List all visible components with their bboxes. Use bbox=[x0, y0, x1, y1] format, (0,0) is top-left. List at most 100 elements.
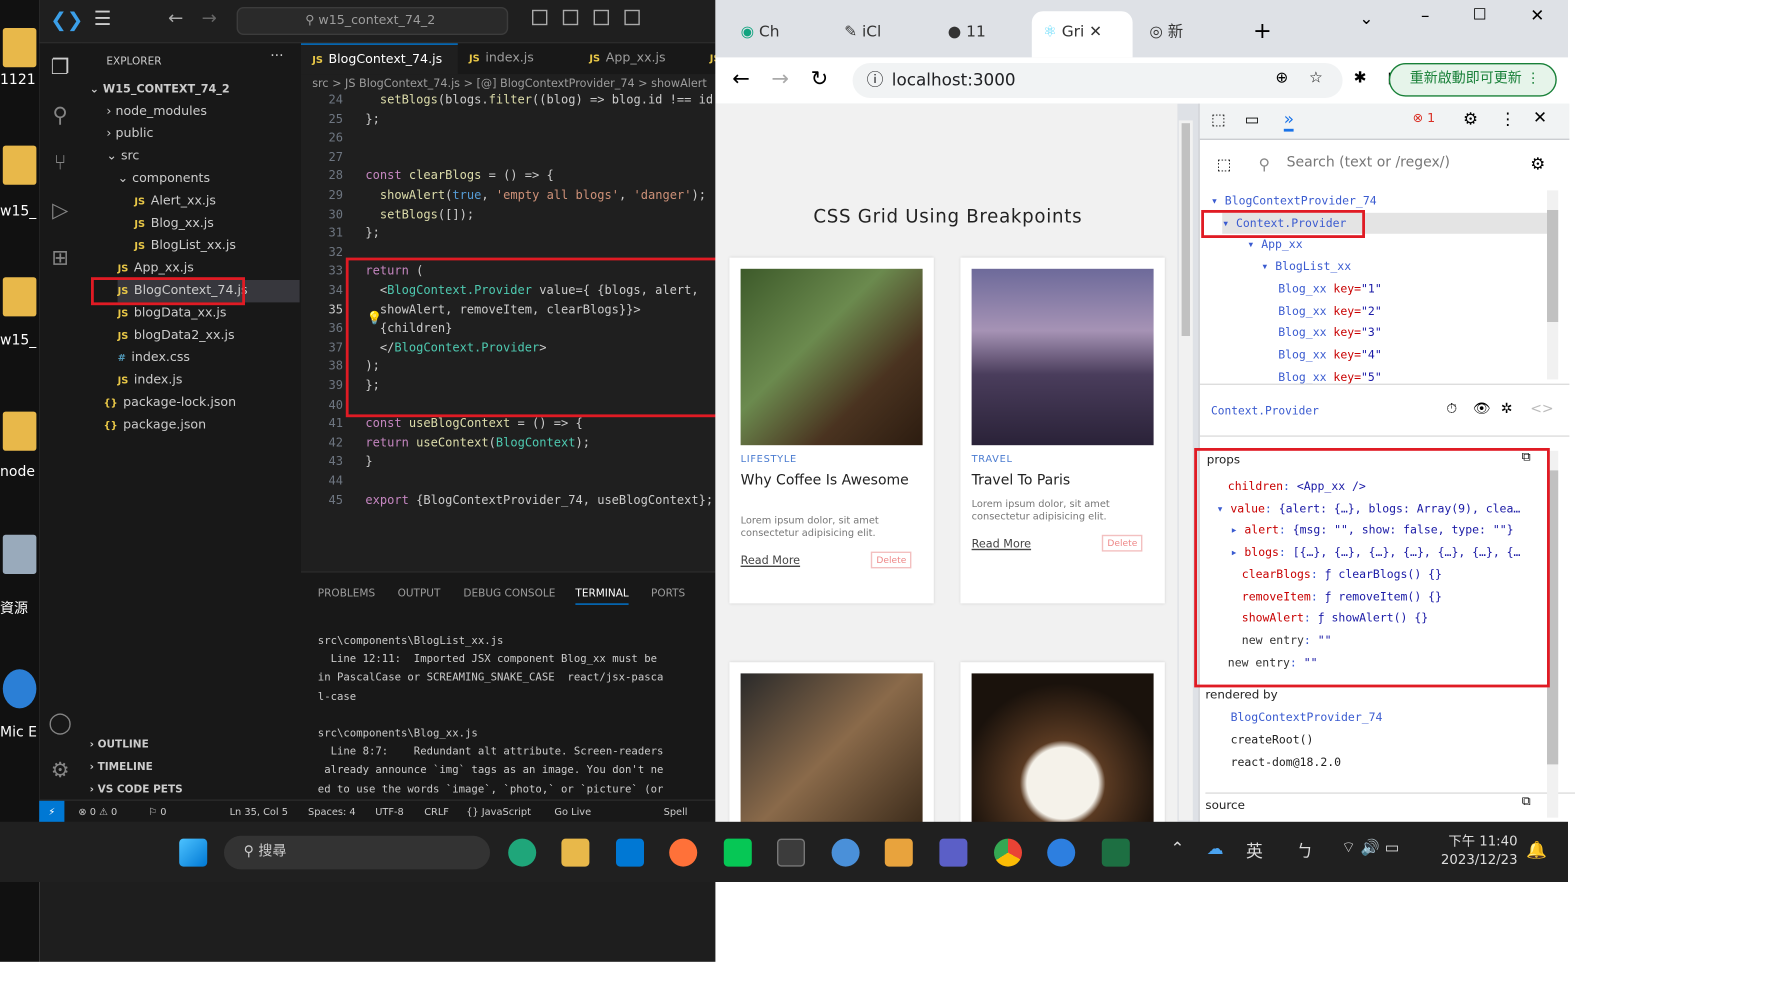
tab-debug-console[interactable]: DEBUG CONSOLE bbox=[463, 587, 555, 600]
code-line[interactable]: const clearBlogs = () => { bbox=[365, 169, 553, 188]
folder-icon[interactable] bbox=[2, 277, 37, 317]
run-debug-icon[interactable]: ▷ bbox=[48, 197, 73, 222]
tree-file[interactable]: # index.css bbox=[118, 347, 190, 369]
tab-problems[interactable]: PROBLEMS bbox=[318, 587, 375, 600]
code-line[interactable]: setBlogs(blogs.filter((blog) => blog.id … bbox=[365, 92, 713, 111]
code-line[interactable]: }; bbox=[365, 111, 380, 130]
address-bar[interactable]: ⓘ localhost:3000 bbox=[852, 63, 1343, 98]
read-more-link[interactable]: Read More bbox=[972, 538, 1031, 551]
layout-icon[interactable] bbox=[624, 9, 640, 26]
toggle-sidebar-icon[interactable] bbox=[532, 9, 548, 26]
taskbar-search[interactable]: ⚲ 搜尋 bbox=[224, 835, 490, 870]
close-icon[interactable]: ✕ bbox=[1530, 6, 1544, 26]
tree-folder[interactable]: ⌄ components bbox=[118, 168, 210, 190]
forward-arrow-icon[interactable]: → bbox=[202, 8, 217, 29]
code-line[interactable]: export {BlogContextProvider_74, useBlogC… bbox=[365, 492, 713, 511]
line-icon[interactable] bbox=[723, 838, 752, 867]
copy-icon[interactable]: ⧉ bbox=[1522, 795, 1531, 809]
page-scrollbar[interactable] bbox=[1178, 120, 1193, 821]
error-count[interactable]: ⊗ 1 bbox=[1413, 112, 1436, 126]
minimize-icon[interactable]: – bbox=[1421, 6, 1429, 26]
tree-file[interactable]: {} package-lock.json bbox=[104, 392, 236, 414]
code-line[interactable]: setBlogs([]); bbox=[365, 207, 474, 226]
tab-ports[interactable]: PORTS bbox=[651, 587, 685, 600]
tree-folder[interactable]: › node_modules bbox=[106, 101, 207, 123]
terminal-icon[interactable] bbox=[777, 838, 805, 867]
edge-icon[interactable] bbox=[2, 669, 37, 709]
encoding[interactable]: UTF-8 bbox=[375, 801, 404, 823]
tree-file[interactable]: JS Blog_xx.js bbox=[134, 213, 213, 235]
component-tree-item[interactable]: Blog_xx key="2" bbox=[1278, 300, 1382, 322]
ime-mode[interactable]: ㄅ bbox=[1296, 839, 1313, 863]
source-control-icon[interactable]: ⑂ bbox=[48, 150, 73, 175]
tree-file[interactable]: JS BlogList_xx.js bbox=[134, 235, 236, 257]
browser-tab-active[interactable]: ⚛ Gri ✕ bbox=[1031, 11, 1133, 58]
kebab-menu-icon[interactable]: ⋮ bbox=[1499, 109, 1516, 129]
timeline-section[interactable]: › TIMELINE bbox=[90, 756, 153, 778]
code-line[interactable]: const useBlogContext = () => { bbox=[365, 416, 582, 435]
back-icon[interactable]: ← bbox=[732, 66, 750, 91]
edge-icon[interactable] bbox=[508, 838, 537, 867]
settings-gear-icon[interactable]: ⚙ bbox=[1530, 154, 1545, 174]
start-icon[interactable] bbox=[179, 838, 208, 867]
language-mode[interactable]: {} JavaScript bbox=[466, 801, 531, 823]
remote-icon[interactable]: ⚡ bbox=[39, 800, 65, 824]
select-component-icon[interactable]: ⬚ bbox=[1217, 155, 1232, 173]
ports-count[interactable]: ⚐ 0 bbox=[148, 801, 166, 823]
explorer-icon[interactable]: ❐ bbox=[48, 55, 73, 80]
tree-file[interactable]: JS blogData_xx.js bbox=[118, 302, 227, 324]
tree-file[interactable]: JS blogData2_xx.js bbox=[118, 325, 235, 347]
tree-file[interactable]: {} package.json bbox=[104, 414, 207, 436]
tree-folder[interactable]: › public bbox=[106, 123, 153, 145]
zoom-icon[interactable]: ⊕ bbox=[1275, 69, 1288, 87]
spell[interactable]: Spell bbox=[664, 801, 688, 823]
go-live[interactable]: Go Live bbox=[554, 801, 591, 823]
toggle-panel-icon[interactable] bbox=[562, 9, 579, 26]
inspect-icon[interactable]: ⬚ bbox=[1211, 111, 1226, 129]
browser-tab[interactable]: ◉ Ch bbox=[729, 11, 827, 53]
recycle-bin-icon[interactable] bbox=[2, 534, 37, 574]
tab-index[interactable]: JS index.js bbox=[458, 43, 578, 74]
more-actions-icon[interactable]: ··· bbox=[270, 49, 283, 64]
menu-icon[interactable]: ☰ bbox=[94, 8, 112, 30]
excel-icon[interactable] bbox=[1101, 838, 1130, 867]
cursor-position[interactable]: Ln 35, Col 5 bbox=[230, 801, 288, 823]
firefox-icon[interactable] bbox=[669, 838, 698, 867]
timer-icon[interactable]: ⏱ bbox=[1446, 402, 1457, 417]
read-more-link[interactable]: Read More bbox=[741, 554, 800, 567]
notification-icon[interactable]: 🔔 bbox=[1526, 840, 1547, 860]
wifi-volume-battery-icon[interactable]: ⌔ 🔊 ▭ bbox=[1341, 839, 1399, 859]
settings-gear-icon[interactable]: ⚙ bbox=[48, 757, 73, 782]
component-tree-item[interactable]: Blog_xx key="4" bbox=[1278, 344, 1382, 366]
folder-icon[interactable] bbox=[2, 145, 37, 185]
extensions-icon[interactable]: ⊞ bbox=[48, 245, 73, 270]
folder-icon[interactable] bbox=[2, 28, 37, 68]
workspace-root[interactable]: ⌄ W15_CONTEXT_74_2 bbox=[90, 78, 230, 100]
file-explorer-icon[interactable] bbox=[561, 838, 590, 867]
onedrive-icon[interactable]: ☁ bbox=[1207, 839, 1224, 859]
settings-gear-icon[interactable]: ⚙ bbox=[1463, 109, 1478, 129]
tab-terminal[interactable]: TERMINAL bbox=[575, 587, 629, 605]
maximize-icon[interactable]: ☐ bbox=[1473, 6, 1487, 24]
tab-search-icon[interactable]: ⌄ bbox=[1359, 8, 1373, 28]
folder-icon[interactable] bbox=[2, 411, 37, 451]
eye-icon[interactable]: 👁 bbox=[1473, 402, 1491, 417]
search-icon[interactable]: ⚲ bbox=[48, 102, 73, 127]
chevron-up-icon[interactable]: ⌃ bbox=[1170, 839, 1184, 859]
extensions-icon[interactable]: ✱ bbox=[1354, 69, 1367, 87]
source-icon[interactable]: <> bbox=[1530, 402, 1553, 417]
reload-icon[interactable]: ↻ bbox=[811, 66, 829, 91]
tree-file[interactable]: JS Alert_xx.js bbox=[134, 190, 216, 212]
account-icon[interactable]: ◯ bbox=[48, 710, 73, 735]
device-toggle-icon[interactable]: ▭ bbox=[1245, 111, 1260, 129]
vscode-icon[interactable] bbox=[616, 838, 644, 867]
app-icon[interactable] bbox=[1047, 838, 1076, 867]
vscode-pets-section[interactable]: › VS CODE PETS bbox=[90, 778, 183, 800]
tab-output[interactable]: OUTPUT bbox=[398, 587, 441, 600]
outline-section[interactable]: › OUTLINE bbox=[90, 734, 149, 756]
close-devtools-icon[interactable]: ✕ bbox=[1533, 108, 1547, 128]
tree-scrollbar[interactable] bbox=[1547, 190, 1559, 380]
component-tree-item[interactable]: Blog_xx key="1" bbox=[1278, 278, 1382, 300]
forward-icon[interactable]: → bbox=[771, 66, 789, 91]
problems-count[interactable]: ⊗ 0 ⚠ 0 bbox=[78, 801, 117, 823]
